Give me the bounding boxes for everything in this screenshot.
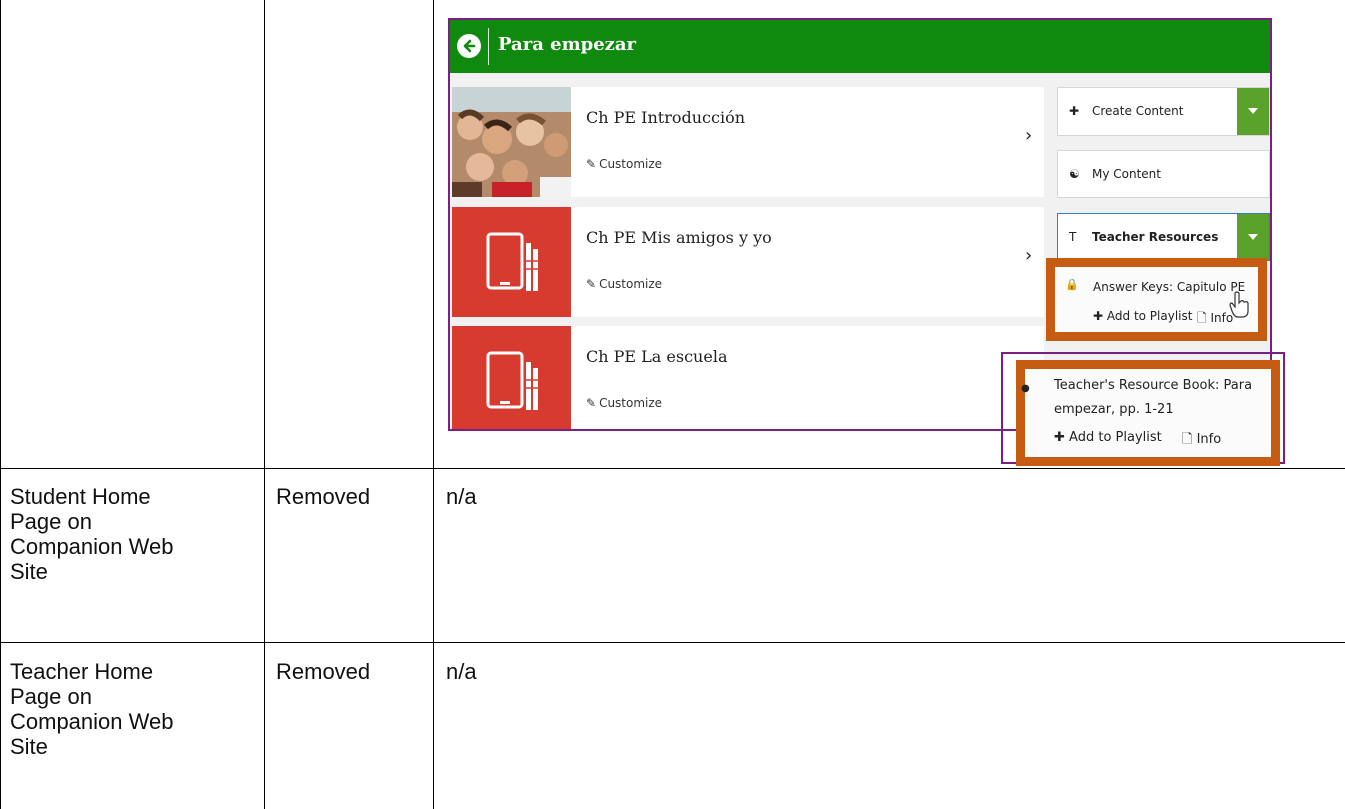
teacher-resources-label: Teacher Resources	[1092, 230, 1219, 244]
feature-line: Companion Web	[10, 534, 174, 559]
plus-circle-icon: ✚	[1093, 309, 1104, 323]
back-arrow-icon[interactable]	[457, 34, 481, 58]
resource-title-line[interactable]: empezar, pp. 1-21	[1054, 402, 1174, 417]
teacher-icon: T	[1069, 230, 1077, 244]
notes-cell: n/a	[446, 659, 477, 684]
customize-label: Customize	[599, 157, 663, 171]
table-border-row1	[0, 468, 1345, 469]
add-to-playlist-link[interactable]: ✚ Add to Playlist	[1054, 430, 1162, 445]
lesson-item[interactable]: Ch PE La escuela ✎ Customize	[452, 326, 1044, 429]
status-cell: Removed	[276, 484, 371, 509]
customize-label: Customize	[599, 277, 663, 291]
add-to-playlist-label: Add to Playlist	[1106, 309, 1193, 323]
info-link[interactable]: 🗋 Info	[1197, 309, 1233, 330]
customize-label: Customize	[599, 396, 663, 410]
add-to-playlist-link[interactable]: ✚ Add to Playlist	[1093, 309, 1192, 323]
header-divider	[488, 28, 489, 65]
info-label: Info	[1196, 432, 1222, 447]
table-border-col2	[433, 0, 434, 809]
lesson-title[interactable]: Ch PE Introducción	[586, 108, 745, 127]
create-content-button[interactable]: ✚ Create Content	[1057, 87, 1270, 136]
upload-icon: ☯	[1069, 167, 1080, 181]
feature-line: Site	[10, 734, 48, 759]
plus-circle-icon: ✚	[1069, 104, 1080, 118]
ebook-icon	[452, 326, 571, 429]
ebook-icon	[452, 207, 571, 317]
document-icon: 🗋	[1182, 432, 1193, 447]
resource-title-line[interactable]: Teacher's Resource Book: Para	[1054, 378, 1252, 393]
edit-icon: ✎	[586, 396, 597, 410]
table-border-col1	[264, 0, 265, 809]
status-cell: Removed	[276, 659, 371, 684]
add-to-playlist-label: Add to Playlist	[1069, 430, 1162, 445]
edit-icon: ✎	[586, 157, 597, 171]
dropdown-arrow-icon[interactable]	[1237, 214, 1269, 260]
feature-line: Site	[10, 559, 48, 584]
feature-line: Student Home	[10, 484, 151, 509]
unit-header: Para empezar	[450, 20, 1270, 73]
notes-cell: n/a	[446, 484, 477, 509]
lesson-item[interactable]: Ch PE Introducción ✎ Customize ›	[452, 87, 1044, 197]
bullet-dot: ●	[1021, 383, 1030, 394]
feature-line: Companion Web	[10, 709, 174, 734]
create-content-label: Create Content	[1092, 104, 1184, 118]
feature-cell: Student Home Page on Companion Web Site	[10, 484, 173, 584]
lock-icon: 🔒	[1065, 278, 1079, 291]
plus-circle-icon: ✚	[1054, 430, 1065, 445]
info-link[interactable]: 🗋 Info	[1182, 430, 1221, 452]
unit-title: Para empezar	[498, 34, 637, 55]
edit-icon: ✎	[586, 277, 597, 291]
customize-link[interactable]: ✎ Customize	[586, 157, 662, 171]
dropdown-arrow-icon[interactable]	[1237, 88, 1269, 135]
my-content-label: My Content	[1092, 167, 1161, 181]
hand-cursor-icon	[1229, 291, 1249, 318]
feature-line: Teacher Home	[10, 659, 154, 684]
table-border-left	[0, 0, 1, 809]
feature-cell: Teacher Home Page on Companion Web Site	[10, 659, 173, 759]
my-content-button[interactable]: ☯ My Content	[1057, 150, 1270, 198]
feature-line: Page on	[10, 684, 92, 709]
lesson-title[interactable]: Ch PE Mis amigos y yo	[586, 228, 772, 247]
document-icon: 🗋	[1197, 311, 1207, 325]
lesson-item[interactable]: Ch PE Mis amigos y yo ✎ Customize ›	[452, 207, 1044, 317]
teacher-resources-button[interactable]: T Teacher Resources	[1057, 213, 1270, 261]
lesson-photo-thumbnail	[452, 87, 571, 197]
table-border-row2	[0, 642, 1345, 643]
answer-keys-popup: 🔒 Answer Keys: Capitulo PE ✚ Add to Play…	[1046, 258, 1267, 341]
customize-link[interactable]: ✎ Customize	[586, 277, 662, 291]
chevron-right-icon[interactable]: ›	[1025, 125, 1032, 146]
resource-title[interactable]: Answer Keys: Capitulo PE	[1093, 280, 1245, 294]
lesson-title[interactable]: Ch PE La escuela	[586, 347, 727, 366]
customize-link[interactable]: ✎ Customize	[586, 396, 662, 410]
chevron-right-icon[interactable]: ›	[1025, 245, 1032, 266]
feature-line: Page on	[10, 509, 92, 534]
resource-book-popup: ● Teacher's Resource Book: Para empezar,…	[1016, 360, 1280, 466]
